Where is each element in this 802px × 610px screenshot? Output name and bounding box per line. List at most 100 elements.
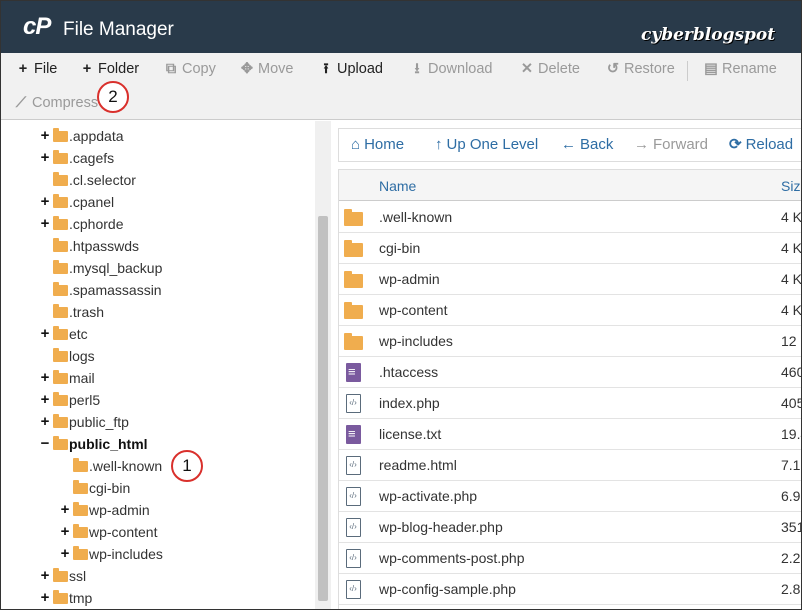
tree-item[interactable]: + etc (1, 323, 315, 345)
tree-item[interactable]: + perl5 (1, 389, 315, 411)
forward-button[interactable]: → Forward (634, 129, 708, 161)
folder-icon (344, 333, 363, 350)
table-row[interactable]: wp-comments-post.php 2.2 (339, 543, 801, 574)
tree-item-label: public_html (69, 436, 148, 452)
app-title: File Manager (63, 19, 174, 40)
tree-item[interactable]: logs (1, 345, 315, 367)
restore-button[interactable]: ↺ Restore (605, 55, 675, 83)
copy-button[interactable]: ⧉ Copy (163, 55, 216, 83)
tree-item-label: .cagefs (69, 150, 115, 166)
file-name: wp-includes (379, 333, 453, 349)
folder-icon (344, 302, 363, 319)
table-row[interactable]: index.php 405 (339, 388, 801, 419)
header-bar: cP File Manager cyberblogspot (1, 1, 801, 53)
table-row[interactable]: wp-activate.php 6.9 (339, 481, 801, 512)
tree-item-label: wp-includes (89, 546, 163, 562)
expand-icon[interactable]: + (39, 411, 51, 433)
expand-icon[interactable]: + (39, 191, 51, 213)
folder-icon (53, 414, 68, 428)
tree-item[interactable]: − public_html (1, 433, 315, 455)
delete-icon: ✕ (520, 61, 534, 77)
folder-icon (73, 524, 88, 538)
tree-item[interactable]: + wp-content (1, 521, 315, 543)
reload-button[interactable]: ⟳ Reload (729, 129, 793, 161)
table-row[interactable]: wp-content 4 K (339, 295, 801, 326)
folder-icon (53, 348, 68, 362)
file-name: .well-known (379, 209, 453, 225)
expand-icon[interactable]: + (59, 521, 71, 543)
column-header-name[interactable]: Name (379, 170, 416, 202)
tree-item-label: .cpanel (69, 194, 115, 210)
tree-item[interactable]: .cl.selector (1, 169, 315, 191)
tree-item[interactable]: .well-known (1, 455, 315, 477)
table-row[interactable]: cgi-bin 4 K (339, 233, 802, 264)
tree-item-label: .trash (69, 304, 105, 320)
tree-item[interactable]: + .cpanel (1, 191, 315, 213)
table-row[interactable]: license.txt 19.4 (339, 419, 801, 450)
expand-icon[interactable]: + (39, 147, 51, 169)
file-button[interactable]: + File (15, 55, 58, 83)
download-icon: ⭳ (414, 61, 420, 77)
table-row[interactable]: wp-config-sample.php 2.8 (339, 574, 801, 605)
home-button[interactable]: ⌂ Home (351, 129, 404, 161)
text-file-icon (346, 424, 361, 444)
file-size: 4 K (781, 271, 802, 287)
table-row[interactable]: wp-includes 12 (339, 326, 801, 357)
download-button[interactable]: ⭳ Download (409, 55, 492, 83)
expand-icon[interactable]: + (39, 125, 51, 147)
tree-item[interactable]: + .cphorde (1, 213, 315, 235)
tree-item[interactable]: + .appdata (1, 125, 315, 147)
tree-item-label: perl5 (69, 392, 101, 408)
file-size: 4 K (781, 240, 802, 256)
expand-icon[interactable]: + (39, 565, 51, 587)
new-folder-button[interactable]: + Folder (79, 55, 139, 83)
up-one-level-button[interactable]: ↑ Up One Level (435, 129, 538, 161)
tree-item[interactable]: + mail (1, 367, 315, 389)
tree-item[interactable]: + .cagefs (1, 147, 315, 169)
expand-icon[interactable]: + (39, 213, 51, 235)
move-button[interactable]: ✥ Move (239, 55, 294, 83)
tree-scrollbar-thumb[interactable] (318, 216, 328, 601)
expand-icon[interactable]: + (39, 389, 51, 411)
tree-item[interactable]: + wp-includes (1, 543, 315, 565)
collapse-icon[interactable]: − (39, 433, 51, 455)
delete-button[interactable]: ✕ Delete (519, 55, 580, 83)
compress-button[interactable]: ⟋ Compress (13, 89, 98, 117)
tree-item[interactable]: .mysql_backup (1, 257, 315, 279)
file-name: wp-admin (379, 271, 440, 287)
tree-item[interactable]: + public_ftp (1, 411, 315, 433)
expand-icon[interactable]: + (39, 587, 51, 609)
expand-icon[interactable]: + (59, 499, 71, 521)
table-row[interactable]: wp-blog-header.php 351 (339, 512, 801, 543)
column-header-size[interactable]: Size (781, 170, 801, 202)
tree-item[interactable]: + tmp (1, 587, 315, 609)
level-up-icon: ↑ (435, 136, 443, 153)
expand-icon[interactable]: + (39, 323, 51, 345)
table-row[interactable]: wp-admin 4 K (339, 264, 802, 295)
rename-button[interactable]: ▤ Rename (703, 55, 777, 83)
expand-icon[interactable]: + (59, 543, 71, 565)
folder-icon (53, 304, 68, 318)
plus-icon: + (82, 61, 92, 77)
upload-button[interactable]: ⭱ Upload (318, 55, 383, 83)
tree-item[interactable]: .htpasswds (1, 235, 315, 257)
file-name: wp-comments-post.php (379, 550, 525, 566)
tree-item[interactable]: .trash (1, 301, 315, 323)
tree-item-label: cgi-bin (89, 480, 131, 496)
expand-icon[interactable]: + (39, 367, 51, 389)
table-row[interactable]: .well-known 4 K (339, 202, 802, 233)
folder-icon (53, 392, 68, 406)
tree-item-label: .cl.selector (69, 172, 136, 188)
tree-item[interactable]: cgi-bin (1, 477, 315, 499)
tree-item[interactable]: .spamassassin (1, 279, 315, 301)
back-button[interactable]: ← Back (561, 129, 613, 161)
code-file-icon (346, 580, 361, 599)
tree-item[interactable]: + ssl (1, 565, 315, 587)
folder-icon (53, 568, 68, 582)
table-row[interactable]: readme.html 7.1 (339, 450, 801, 481)
file-name: cgi-bin (379, 240, 421, 256)
folder-icon (344, 271, 363, 288)
file-size: 4 K (781, 209, 802, 225)
tree-item[interactable]: + wp-admin (1, 499, 315, 521)
table-row[interactable]: .htaccess 460 (339, 357, 801, 388)
